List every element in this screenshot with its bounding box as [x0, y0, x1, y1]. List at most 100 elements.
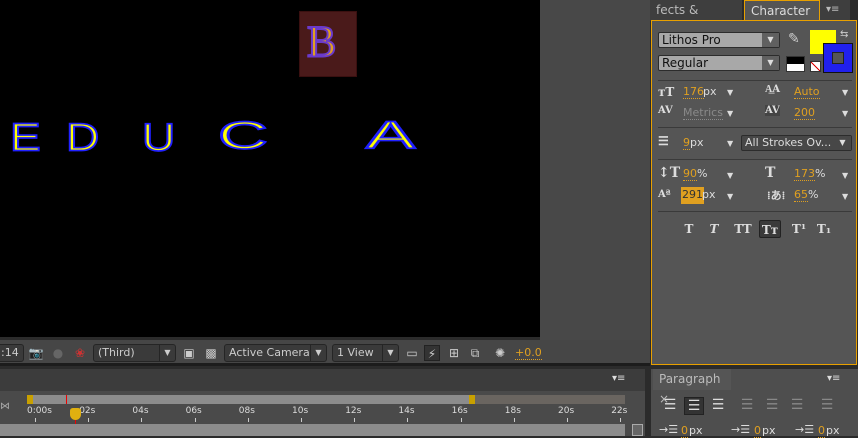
camera-dropdown[interactable]: Active Camera ▼ — [224, 344, 327, 362]
stroke-width-dropdown-arrow[interactable]: ▼ — [727, 139, 733, 148]
tab-effects-presets[interactable]: fects & Presets — [650, 0, 742, 37]
tab-character[interactable]: Character × — [744, 0, 820, 38]
indent-first-value[interactable]: 0 — [754, 425, 761, 438]
leading-icon: A͟A — [765, 84, 780, 95]
timeline-tick-label: 04s — [132, 406, 149, 416]
work-area-start-handle[interactable] — [27, 395, 33, 404]
tab-paragraph[interactable]: Paragraph × — [653, 369, 731, 406]
timeline-tick-mark — [141, 418, 143, 422]
tracking-value[interactable]: 200 — [794, 107, 815, 120]
text-letter: C — [216, 112, 269, 158]
faux-italic-button[interactable]: T — [703, 220, 725, 238]
no-color-swatch[interactable] — [810, 61, 821, 72]
paragraph-panel: Paragraph × ▾≡ ☰ ☰ ☰ ☰ ☰ ☰ ☰ →☰ 0 px →☰ … — [651, 369, 858, 438]
pixel-aspect-icon[interactable]: ▭ — [404, 345, 420, 361]
kerning-value[interactable]: Metrics — [683, 107, 723, 120]
align-left-icon[interactable]: ☰ — [660, 397, 680, 415]
show-snapshot-icon[interactable]: ● — [50, 345, 66, 361]
indent-right-icon: →☰ — [795, 423, 815, 436]
leading-value[interactable]: Auto — [794, 86, 820, 99]
eyedropper-icon[interactable]: ✎ — [788, 31, 800, 47]
resolution-dropdown[interactable]: (Third) ▼ — [93, 344, 176, 362]
small-caps-button[interactable]: Tт — [759, 220, 781, 238]
timeline-tick-label: 06s — [185, 406, 202, 416]
align-center-icon[interactable]: ☰ — [684, 397, 704, 415]
horizontal-scale-dropdown-arrow[interactable]: ▼ — [842, 171, 848, 180]
baseline-shift-dropdown-arrow[interactable]: ▼ — [727, 192, 733, 201]
font-family-dropdown[interactable]: Lithos Pro ▼ — [658, 32, 780, 48]
tsume-value[interactable]: 65 — [794, 189, 808, 202]
transparency-grid-icon[interactable]: ▩ — [203, 345, 219, 361]
superscript-button[interactable]: T¹ — [788, 220, 810, 238]
region-of-interest-icon[interactable]: ▣ — [181, 345, 197, 361]
horizontal-scale-icon: T — [765, 165, 776, 181]
timeline-tick-label: 16s — [451, 406, 468, 416]
camera-snapshot-icon[interactable]: 📷 — [28, 345, 44, 361]
exposure-icon[interactable]: ✺ — [492, 345, 508, 361]
timeline-tick-mark — [460, 418, 462, 422]
tsume-unit: % — [808, 188, 819, 201]
work-area-end-handle[interactable] — [469, 395, 475, 404]
justify-center-icon[interactable]: ☰ — [762, 397, 782, 415]
fast-previews-icon[interactable]: ⚡ — [424, 345, 440, 361]
stroke-width-unit: px — [690, 136, 704, 149]
baseline-shift-icon: Aª — [658, 189, 671, 200]
graph-editor-icon[interactable]: ⋈ — [0, 401, 10, 412]
subscript-button[interactable]: T₁ — [813, 220, 835, 238]
panel-menu-icon[interactable]: ▾≡ — [612, 373, 625, 384]
vertical-scale-value[interactable]: 90 — [683, 168, 697, 181]
horizontal-scale-unit: % — [815, 167, 826, 180]
timeline-tick-mark — [354, 418, 356, 422]
timeline-tick-mark — [513, 418, 515, 422]
timeline-tick-label: 14s — [398, 406, 415, 416]
font-style-dropdown[interactable]: Regular ▼ — [658, 55, 780, 71]
text-letter: U — [141, 114, 176, 160]
current-time[interactable]: :14 — [0, 344, 24, 362]
font-size-dropdown-arrow[interactable]: ▼ — [727, 88, 733, 97]
view-layout-dropdown[interactable]: 1 View ▼ — [332, 344, 399, 362]
align-right-icon[interactable]: ☰ — [708, 397, 728, 415]
stroke-color-swatch[interactable] — [823, 43, 853, 73]
swap-colors-icon[interactable]: ⇆ — [840, 29, 848, 40]
unit-label: px — [689, 424, 703, 437]
cti-marker-mini — [66, 395, 67, 404]
tracking-dropdown-arrow[interactable]: ▼ — [842, 109, 848, 118]
current-time-indicator[interactable] — [70, 408, 81, 420]
black-white-swatch[interactable] — [786, 56, 805, 72]
all-caps-button[interactable]: TT — [731, 220, 755, 238]
flowchart-icon[interactable]: ⧉ — [467, 345, 483, 361]
stroke-width-value[interactable]: 9 — [683, 137, 690, 150]
vertical-scale-dropdown-arrow[interactable]: ▼ — [727, 171, 733, 180]
pasteboard — [540, 0, 650, 340]
vertical-scale-unit: % — [697, 167, 708, 180]
timeline-icon[interactable]: ⊞ — [446, 345, 462, 361]
unit-label: px — [826, 424, 840, 437]
justify-right-icon[interactable]: ☰ — [787, 397, 807, 415]
tsume-dropdown-arrow[interactable]: ▼ — [842, 192, 848, 201]
justify-left-icon[interactable]: ☰ — [737, 397, 757, 415]
indent-right-value[interactable]: 0 — [818, 425, 825, 438]
kerning-dropdown-arrow[interactable]: ▼ — [727, 109, 733, 118]
exposure-value[interactable]: +0.0 — [515, 346, 542, 360]
indent-left-value[interactable]: 0 — [681, 425, 688, 438]
channels-icon[interactable]: ❀ — [72, 345, 88, 361]
timeline-tick-mark — [88, 418, 90, 422]
composition-viewer[interactable]: E D U C A B — [0, 0, 540, 337]
indent-first-line-icon: →☰ — [731, 423, 751, 436]
panel-menu-icon[interactable]: ▾≡ — [820, 0, 850, 21]
text-letter: E — [9, 114, 42, 160]
justify-all-icon[interactable]: ☰ — [817, 397, 837, 415]
baseline-shift-value[interactable]: 291 — [681, 187, 704, 204]
faux-bold-button[interactable]: T — [678, 220, 700, 238]
leading-dropdown-arrow[interactable]: ▼ — [842, 88, 848, 97]
vertical-scale-icon: ↕T — [658, 165, 681, 181]
character-panel: Lithos Pro ▼ Regular ▼ ✎ ⇆ тT 176 px ▼ A͟A… — [651, 20, 857, 365]
timeline-scrollbar[interactable] — [632, 424, 643, 436]
tracking-icon: AV — [765, 105, 780, 116]
font-size-value[interactable]: 176 — [683, 86, 704, 99]
stroke-mode-dropdown[interactable]: All Strokes Ov... ▼ — [741, 135, 852, 151]
panel-menu-icon[interactable]: ▾≡ — [827, 373, 840, 384]
timeline-tick-label: 18s — [504, 406, 521, 416]
horizontal-scale-value[interactable]: 173 — [794, 168, 815, 181]
timeline-tick-mark — [247, 418, 249, 422]
